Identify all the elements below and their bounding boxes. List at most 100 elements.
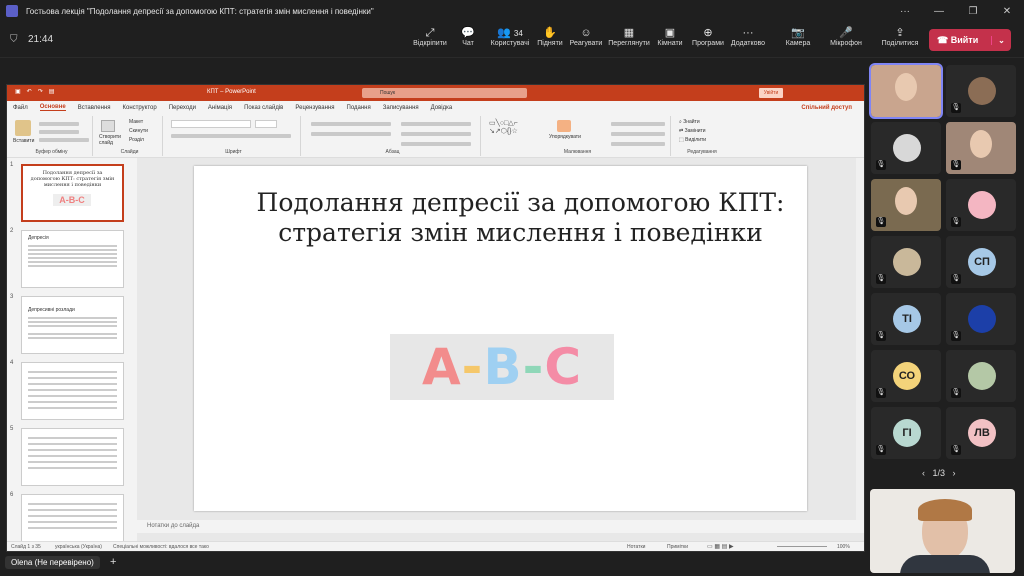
menu-tab[interactable]: Анімація [208,105,232,111]
leave-button[interactable]: ☎ Вийти ⌄ [929,29,1011,51]
accessibility-indicator[interactable]: Спеціальні можливості: вдалося все тако [113,544,209,550]
unpin-button[interactable]: ⤢ Відкріпити [410,26,450,47]
participant-tile[interactable]: 🎙 [946,179,1016,231]
clipboard-group: Вставити Буфер обміну [11,116,93,156]
slide-thumbnail-3[interactable]: Депресивні розлади [21,296,124,354]
arrange-button[interactable]: Упорядкувати [549,134,581,140]
replace-button[interactable]: ⇄ Замінити [679,128,706,134]
camera-icon: 📷 [791,27,805,39]
react-button[interactable]: ☺ Реагувати [566,26,606,47]
more-button[interactable]: ··· Додатково [728,26,768,47]
slide-thumbnail-6[interactable] [21,494,124,541]
vertical-scrollbar[interactable] [856,158,864,520]
microphone-icon: 🎤 [839,27,853,39]
menu-tab[interactable]: Подання [347,105,371,111]
rooms-button[interactable]: ▣ Кімнати [650,26,690,47]
slide-canvas: Подолання депресії за допомогою КПТ: стр… [137,158,864,541]
participant-tile[interactable]: СП 🎙 [946,236,1016,288]
more-window-icon[interactable]: ··· [888,0,922,22]
current-slide[interactable]: Подолання депресії за допомогою КПТ: стр… [194,166,807,511]
participant-tile[interactable]: 🎙 [871,236,941,288]
participant-tile[interactable]: 🎙 [946,293,1016,345]
notes-toggle[interactable]: Нотатки [627,544,645,550]
reset-button[interactable]: Скинути [129,128,148,134]
more-icon: ··· [742,27,754,39]
abc-image[interactable]: A-B-C [390,334,614,400]
zoom-level: 100% [837,544,850,550]
microphone-button[interactable]: 🎤 Мікрофон [826,26,866,47]
notes-pane[interactable]: Нотатки до слайда [137,520,864,533]
shapes-gallery[interactable]: ▭╲○□△⌐ ↘↗⬡{}☆ [489,120,541,144]
thumb-title: Депресивні розлади [28,307,75,313]
select-button[interactable]: ⬚ Виділити [679,137,706,143]
search-box[interactable]: Пошук [362,88,527,98]
menu-tab[interactable]: Конструктор [123,105,157,111]
menu-tab[interactable]: Рецензування [295,105,334,111]
present-icon[interactable]: ▤ [49,88,55,95]
menu-tab[interactable]: Основне [39,104,66,111]
powerpoint-titlebar: ▣ ↶ ↷ ▤ КПТ – PowerPoint Пошук Увійти [7,85,864,101]
apps-button[interactable]: ⊕ Програми [688,26,728,47]
chevron-left-icon[interactable]: ‹ [922,468,925,478]
participant-tile[interactable]: ГІ 🎙 [871,407,941,459]
menu-tab[interactable]: Довідка [431,105,453,111]
save-icon[interactable]: ▣ [15,88,21,95]
slide-title[interactable]: Подолання депресії за допомогою КПТ: стр… [234,188,807,248]
slide-thumbnails: 1 Подолання депресії за допомогою КПТ: с… [7,158,137,541]
participant-tile[interactable]: 🎙 [946,65,1016,117]
maximize-icon[interactable]: ❐ [956,0,990,22]
view-button[interactable]: ▦ Переглянути [607,26,651,47]
menu-tab[interactable]: Файл [13,105,28,111]
raise-hand-button[interactable]: ✋ Підняти [530,26,570,47]
slide-thumbnail-5[interactable] [21,428,124,486]
people-button[interactable]: 👥 34 Користувачі [488,26,532,47]
participant-initials: СО [893,362,921,390]
participant-tile[interactable]: 🎙 [871,179,941,231]
paste-button[interactable]: Вставити [13,138,34,144]
add-icon[interactable]: + [110,556,116,568]
menu-tab[interactable]: Вставлення [78,105,111,111]
apps-icon: ⊕ [703,27,713,39]
comments-toggle[interactable]: Примітки [667,544,688,550]
sign-in-button[interactable]: Увійти [759,88,783,98]
chevron-right-icon[interactable]: › [953,468,956,478]
layout-button[interactable]: Макет [129,119,143,125]
share-button[interactable]: Спільний доступ [801,105,852,111]
menu-tab[interactable]: Показ слайдів [244,105,283,111]
section-button[interactable]: Розділ [129,137,144,143]
menu-tab[interactable]: Переходи [169,105,196,111]
participant-head [895,73,917,101]
window-title: Гостьова лекція "Подолання депресії за д… [26,6,374,16]
slide-number: 4 [10,360,14,366]
participant-tile[interactable]: ТІ 🎙 [871,293,941,345]
participant-tile[interactable]: 🎙 [946,122,1016,174]
slide-thumbnail-2[interactable]: Депресія [21,230,124,288]
share-screen-button[interactable]: ⇪ Поділитися [880,26,920,47]
paste-icon[interactable] [15,120,31,136]
undo-icon[interactable]: ↶ [27,88,32,95]
mic-muted-icon: 🎙 [876,388,886,398]
participant-tile[interactable]: 🎙 [946,350,1016,402]
chevron-down-icon[interactable]: ⌄ [991,35,1011,45]
arrange-icon[interactable] [557,120,571,132]
participant-tile[interactable]: ЛВ 🎙 [946,407,1016,459]
slide-thumbnail-4[interactable] [21,362,124,420]
zoom-slider[interactable] [777,546,827,547]
new-slide-button[interactable]: Створити слайд [99,134,127,146]
minimize-icon[interactable]: — [922,0,956,22]
chat-button[interactable]: 💬 Чат [448,26,488,47]
find-button[interactable]: ⌕ Знайти [679,119,700,125]
camera-button[interactable]: 📷 Камера [778,26,818,47]
font-name-input[interactable] [171,120,251,128]
participant-tile[interactable]: СО 🎙 [871,350,941,402]
close-icon[interactable]: ✕ [990,0,1024,22]
participant-tile[interactable]: 🎙 [871,122,941,174]
participant-tile[interactable] [869,63,943,119]
new-slide-icon[interactable] [101,120,115,132]
redo-icon[interactable]: ↷ [38,88,43,95]
view-mode-icons[interactable]: ▭ ▦ ▤ ▶ [707,543,734,550]
font-size-input[interactable] [255,120,277,128]
menu-tab[interactable]: Записування [383,105,419,111]
slide-thumbnail-1[interactable]: Подолання депресії за допомогою КПТ: стр… [21,164,124,222]
participant-avatar [968,362,996,390]
